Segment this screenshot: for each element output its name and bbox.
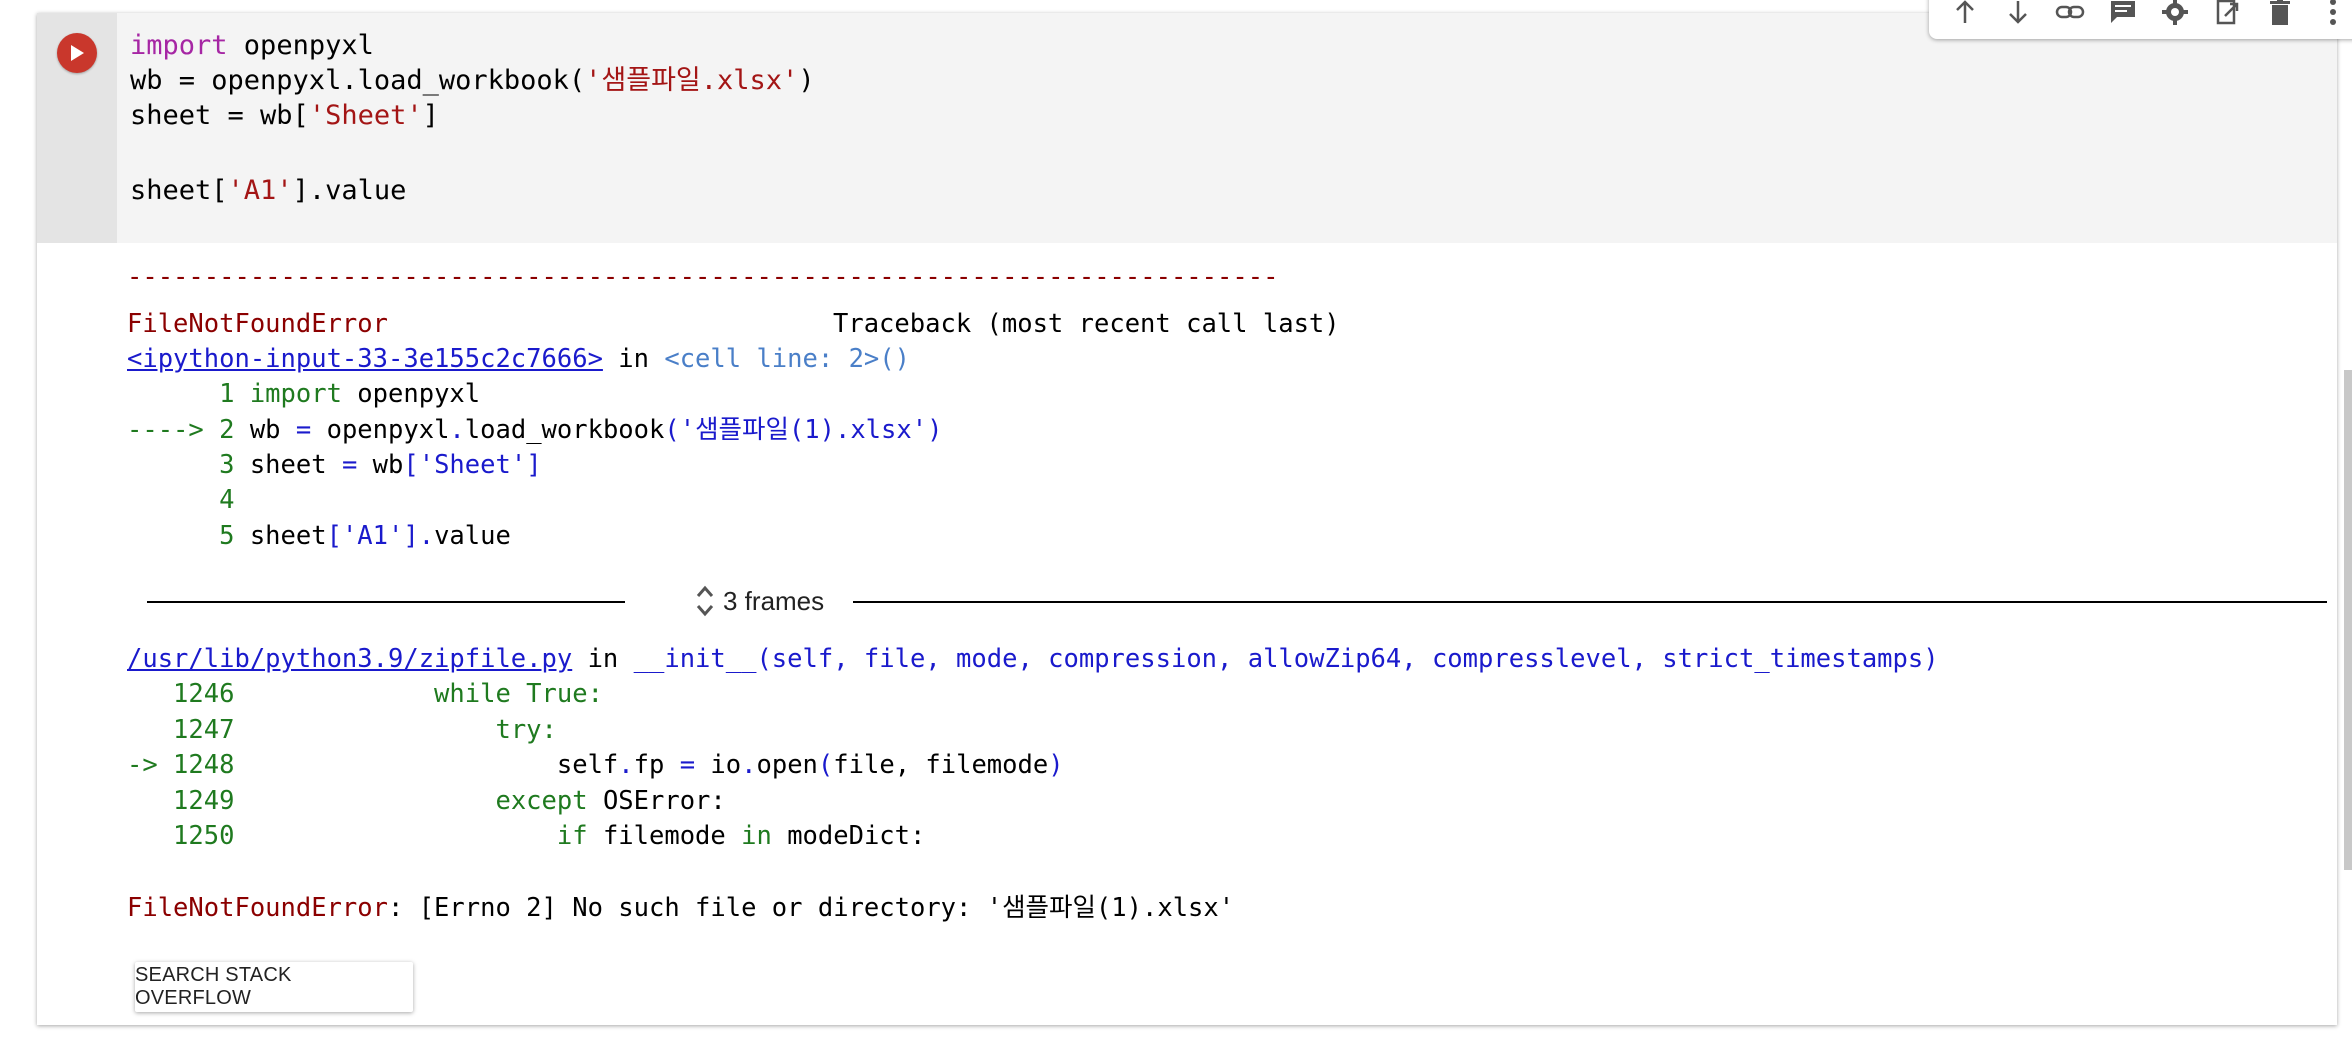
- traceback-location: <ipython-input-33-3e155c2c7666> in <cell…: [127, 344, 910, 374]
- comment-icon[interactable]: [2106, 0, 2140, 27]
- collapsed-frames-row: 3 frames: [147, 584, 2327, 620]
- frame-line-1247: 1247 try:: [127, 715, 557, 745]
- traceback-header: FileNotFoundError Traceback (most recent …: [127, 307, 1340, 341]
- zipfile-link[interactable]: /usr/lib/python3.9/zipfile.py: [127, 644, 572, 674]
- frame-line-1250: 1250 if filemode in modeDict:: [127, 821, 926, 851]
- frame-line-1249: 1249 except OSError:: [127, 786, 726, 816]
- settings-icon[interactable]: [2158, 0, 2192, 27]
- final-error: FileNotFoundError: [Errno 2] No such fil…: [127, 893, 1235, 923]
- search-stack-overflow-button[interactable]: SEARCH STACK OVERFLOW: [135, 962, 413, 1012]
- ipython-input-link[interactable]: <ipython-input-33-3e155c2c7666>: [127, 344, 603, 374]
- cell-toolbar: [1929, 0, 2352, 39]
- traceback-line-3: 3 sheet = wb['Sheet']: [127, 450, 542, 480]
- mirror-cell-icon[interactable]: [2211, 0, 2245, 27]
- traceback-line-1: 1 import openpyxl: [127, 379, 481, 409]
- error-name: FileNotFoundError: [127, 309, 388, 339]
- cell-output: ----------------------------------------…: [37, 243, 2337, 1025]
- code-editor[interactable]: import openpyxl wb = openpyxl.load_workb…: [117, 13, 2337, 243]
- frame-line-1248: -> 1248 self.fp = io.open(file, filemode…: [127, 750, 1064, 780]
- code-line-5: sheet['A1'].value: [130, 175, 407, 206]
- delete-icon[interactable]: [2263, 0, 2297, 27]
- traceback-line-2: ----> 2 wb = openpyxl.load_workbook('샘플파…: [127, 415, 943, 445]
- move-up-icon[interactable]: [1948, 0, 1982, 27]
- frames-rule-right: [853, 601, 2327, 603]
- frames-label: 3 frames: [723, 585, 825, 616]
- run-cell-button[interactable]: [57, 33, 97, 73]
- cell-line-link[interactable]: <cell line: 2>(): [664, 344, 910, 374]
- cell-gutter: [37, 13, 117, 243]
- frame-location: /usr/lib/python3.9/zipfile.py in __init_…: [127, 644, 1939, 674]
- link-icon[interactable]: [2053, 0, 2087, 27]
- unfold-icon: [696, 585, 714, 617]
- code-cell: import openpyxl wb = openpyxl.load_workb…: [37, 0, 2352, 1025]
- frame-line-1246: 1246 while True:: [127, 679, 603, 709]
- code-line-3: sheet = wb['Sheet']: [130, 100, 439, 131]
- traceback-separator: ----------------------------------------…: [127, 267, 1279, 287]
- traceback-line-5: 5 sheet['A1'].value: [127, 521, 511, 551]
- play-icon: [71, 45, 84, 61]
- code-line-1: import openpyxl: [130, 30, 374, 61]
- move-down-icon[interactable]: [2001, 0, 2035, 27]
- traceback-line-4: 4: [127, 485, 235, 515]
- code-line-2: wb = openpyxl.load_workbook('샘플파일.xlsx'): [130, 65, 815, 96]
- frame-function: __init__(self, file, mode, compression, …: [633, 644, 1939, 674]
- frames-rule-left: [147, 601, 625, 603]
- traceback-title: Traceback (most recent call last): [833, 309, 1340, 339]
- page-scrollbar[interactable]: [2344, 370, 2352, 870]
- expand-frames-button[interactable]: 3 frames: [695, 584, 824, 618]
- more-icon[interactable]: [2316, 0, 2350, 27]
